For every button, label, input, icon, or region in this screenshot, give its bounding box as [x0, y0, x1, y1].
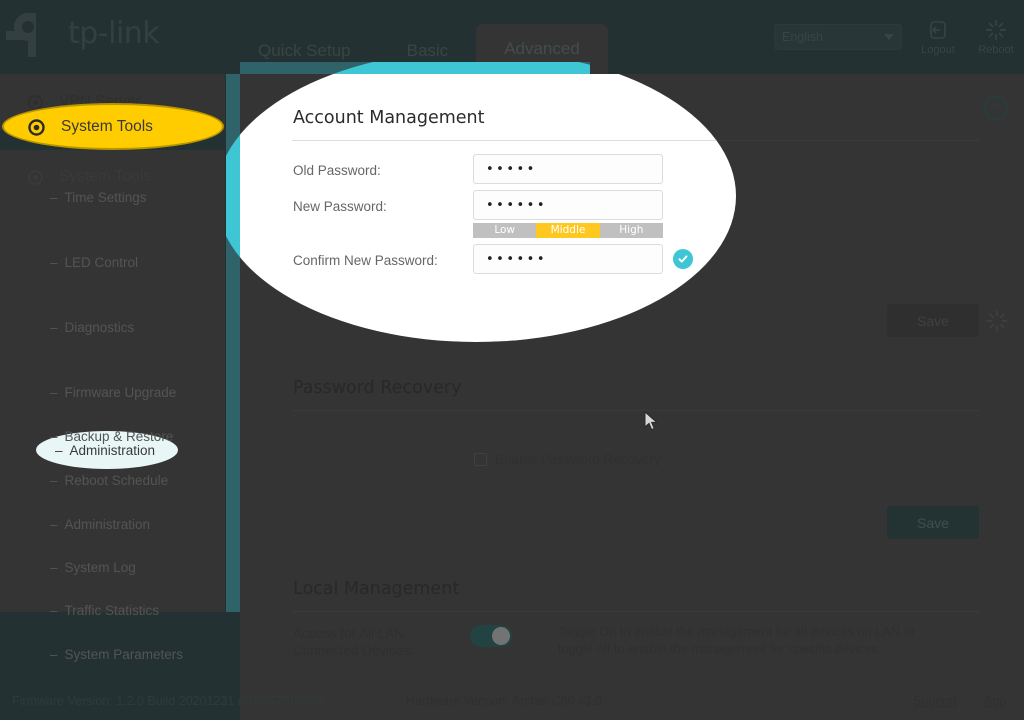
confirm-password-input[interactable]: •••••• [473, 244, 663, 274]
sidebar-item-label: System Log [64, 559, 136, 575]
sidebar-item-label: Reboot Schedule [64, 472, 169, 488]
enable-password-recovery-checkbox[interactable] [474, 453, 487, 466]
language-value: English [782, 30, 823, 44]
dash-icon: – [50, 602, 58, 618]
sidebar-item-label: System Parameters [64, 646, 184, 662]
account-save-button[interactable]: Save [887, 304, 979, 337]
strength-middle: Middle [536, 223, 600, 238]
mouse-cursor [644, 410, 660, 433]
header-controls: English Logout Reboot [774, 0, 1024, 74]
dash-icon: – [50, 189, 58, 205]
dash-icon: – [50, 559, 58, 575]
reboot-button[interactable]: Reboot [974, 19, 1018, 56]
sidebar-item-label: Time Settings [64, 189, 147, 205]
sidebar-item-system-log[interactable]: – System Log [0, 552, 225, 582]
section-divider [292, 611, 980, 612]
sidebar-item-system-parameters[interactable]: – System Parameters [0, 639, 225, 669]
sidebar-item-traffic-statistics[interactable]: – Traffic Statistics [0, 595, 225, 625]
old-password-input[interactable]: ••••• [473, 154, 663, 184]
enable-password-recovery-label: Enable Password Recovery [495, 452, 661, 467]
logout-button[interactable]: Logout [916, 19, 960, 56]
new-password-label: New Password: [293, 199, 387, 214]
sidebar-item-label: Backup & Restore [64, 428, 174, 444]
tplink-logo: tp-link [6, 8, 160, 58]
sidebar-item-label: Traffic Statistics [64, 602, 160, 618]
confirm-password-label: Confirm New Password: [293, 253, 438, 268]
reboot-icon [986, 19, 1006, 40]
sidebar-item-diagnostics[interactable]: – Diagnostics [0, 312, 225, 342]
accent-bar-top [240, 62, 590, 74]
sidebar-item-label: Administration [64, 516, 151, 532]
sidebar-item-label: LED Control [64, 254, 139, 270]
firmware-version: Firmware Version: 1.2.0 Build 20201231 r… [12, 694, 327, 708]
password-strength-meter: Low Middle High [473, 223, 663, 238]
sidebar-nav: VPN Server System Tools – Time Settings … [0, 74, 225, 662]
dash-icon: – [50, 384, 58, 400]
dash-icon: – [50, 428, 58, 444]
dash-icon: – [50, 646, 58, 662]
tplink-mark-icon [6, 13, 36, 57]
sidebar-item-led-control[interactable]: – LED Control [0, 247, 225, 277]
sidebar-item-backup-restore[interactable]: – Backup & Restore [0, 421, 225, 451]
new-password-input[interactable]: •••••• [473, 190, 663, 220]
dash-icon: – [50, 472, 58, 488]
dash-icon: – [50, 516, 58, 532]
password-recovery-save-button[interactable]: Save [887, 506, 979, 539]
question-mark-icon: ? [984, 96, 1008, 120]
account-management-title: Account Management [293, 108, 485, 128]
logout-icon [930, 20, 946, 39]
dash-icon: – [50, 319, 58, 335]
sidebar-item-reboot-schedule[interactable]: – Reboot Schedule [0, 465, 225, 495]
sidebar-item-label: Diagnostics [64, 319, 135, 335]
dash-icon: – [50, 254, 58, 270]
reboot-label: Reboot [978, 43, 1014, 56]
logout-label: Logout [921, 43, 955, 56]
chevron-down-icon [884, 34, 894, 40]
check-circle-icon [678, 255, 688, 263]
validation-check-icon [673, 249, 693, 269]
highlight-system-tools-content[interactable]: System Tools [26, 115, 153, 139]
loading-spinner-icon [986, 310, 1008, 332]
local-management-toggle-label: Access for All LAN Connected Devices: [293, 626, 414, 658]
sidebar-item-label: Firmware Upgrade [64, 384, 177, 400]
local-management-toggle[interactable] [470, 625, 512, 647]
support-link[interactable]: Support [913, 694, 957, 708]
enable-password-recovery-row[interactable]: Enable Password Recovery [474, 452, 661, 467]
password-recovery-title: Password Recovery [293, 378, 462, 398]
gear-icon [28, 118, 45, 136]
sidebar-item-label: System Tools [61, 118, 153, 135]
hardware-version: Hardware Version: Archer C60 v3.0 [406, 694, 602, 708]
app-link[interactable]: App [984, 694, 1006, 708]
section-divider [292, 140, 980, 141]
strength-low: Low [473, 223, 537, 238]
section-divider [292, 410, 980, 411]
language-select[interactable]: English [774, 24, 902, 50]
svg-text:?: ? [992, 101, 1000, 117]
brand-text: tp-link [68, 15, 160, 51]
accent-bar-left [226, 74, 240, 612]
sidebar-item-time-settings[interactable]: – Time Settings [0, 182, 225, 212]
sidebar-item-administration[interactable]: – Administration [0, 509, 225, 539]
local-management-description: Toggle On to enable the management for a… [558, 624, 916, 656]
local-management-title: Local Management [293, 579, 460, 599]
old-password-label: Old Password: [293, 163, 381, 178]
strength-high: High [599, 223, 663, 238]
toggle-knob [492, 627, 510, 645]
sidebar-item-firmware-upgrade[interactable]: – Firmware Upgrade [0, 377, 225, 407]
help-button[interactable]: ? [982, 94, 1010, 122]
browser-viewport: tp-link Quick Setup Basic Advanced Engli… [0, 0, 1024, 720]
